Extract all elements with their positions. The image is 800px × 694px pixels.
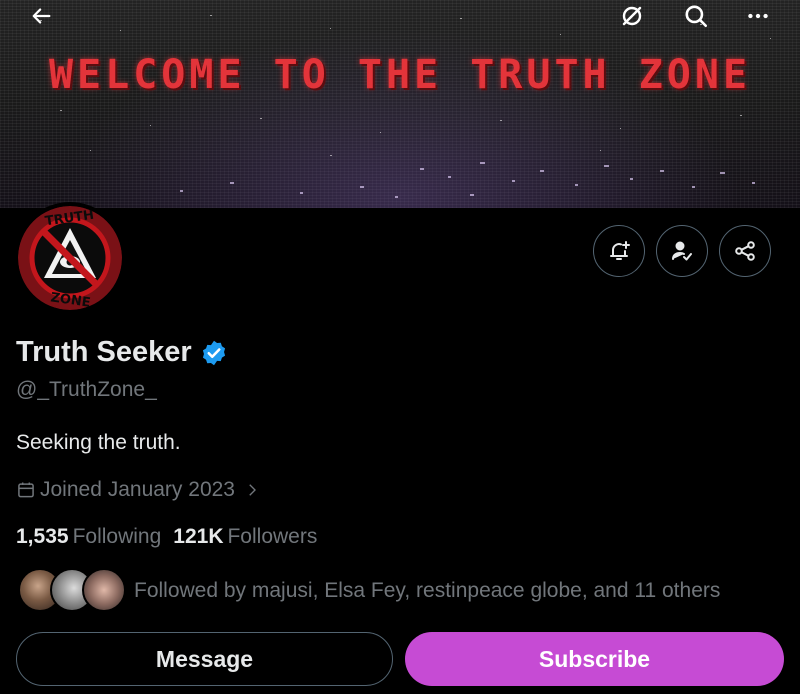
notifications-button[interactable] [593, 225, 645, 277]
more-icon [748, 13, 768, 19]
profile-handle: @_TruthZone_ [16, 378, 157, 401]
profile-avatar[interactable]: TRUTH ZONE [14, 202, 126, 314]
search-icon [685, 5, 708, 28]
grok-icon [622, 6, 642, 26]
followed-by-row[interactable]: Followed by majusi, Elsa Fey, restinpeac… [18, 568, 720, 614]
back-button[interactable] [22, 0, 62, 32]
followers-stat[interactable]: 121K Followers [173, 525, 317, 549]
follow-check-icon [672, 241, 692, 261]
calendar-icon [18, 482, 34, 498]
follower-avatar [82, 568, 126, 612]
followed-by-text: Followed by majusi, Elsa Fey, restinpeac… [134, 579, 721, 602]
profile-bio: Seeking the truth. [16, 431, 181, 454]
profile-name-row: Truth Seeker [16, 336, 228, 369]
verified-badge-icon[interactable] [200, 339, 228, 367]
grok-button[interactable] [612, 0, 652, 32]
truth-zone-logo: TRUTH ZONE [18, 206, 122, 310]
share-button[interactable] [719, 225, 771, 277]
following-button[interactable] [656, 225, 708, 277]
following-label: Following [72, 525, 162, 548]
subscribe-button[interactable]: Subscribe [405, 632, 784, 686]
profile-stats: 1,535 Following 121K Followers [16, 525, 329, 549]
search-button[interactable] [676, 0, 716, 32]
banner-title: WELCOME TO THE TRUTH ZONE [48, 52, 752, 98]
joined-date-text: Joined January 2023 [40, 478, 235, 501]
followers-label: Followers [227, 525, 318, 548]
share-icon [735, 241, 755, 261]
chevron-right-icon [249, 484, 256, 496]
following-stat[interactable]: 1,535 Following [16, 525, 161, 549]
followers-count: 121K [173, 525, 224, 548]
following-count: 1,535 [16, 525, 69, 548]
display-name: Truth Seeker [16, 336, 192, 368]
joined-date-link[interactable]: Joined January 2023 [16, 478, 261, 502]
back-arrow-icon [32, 8, 51, 24]
notification-bell-plus-icon [610, 241, 630, 260]
message-button[interactable]: Message [16, 632, 393, 686]
more-button[interactable] [738, 0, 778, 32]
follower-facepile [18, 568, 126, 614]
